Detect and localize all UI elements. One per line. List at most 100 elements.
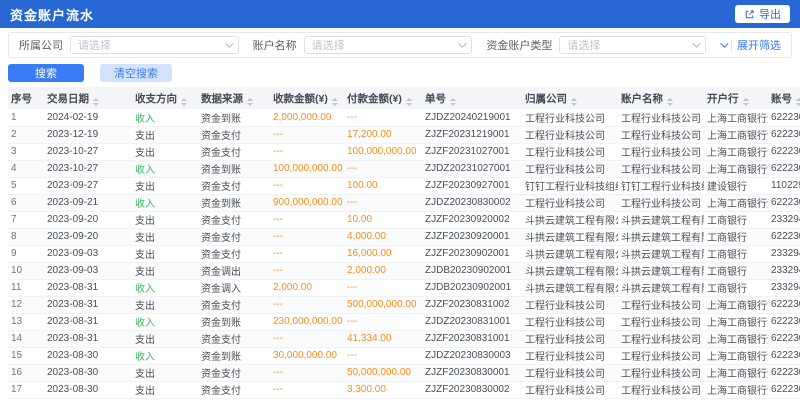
cell-account-no: 23329499120 [768,211,800,228]
cell-source: 资金到账 [198,313,270,330]
sort-icon[interactable] [332,98,338,106]
sort-icon[interactable] [93,98,99,106]
chevron-down-icon [692,39,700,47]
export-icon [744,9,755,20]
cell-direction: 收入 [132,109,198,126]
cell-payment-amount: 17,200.00 [344,126,422,143]
cell-doc-no: ZJDZ20240219001 [422,109,522,126]
table-row: 12024-02-19收入资金到账2,000,000.00---ZJDZ2024… [8,109,800,126]
cell-direction: 收入 [132,160,198,177]
cell-date: 2024-02-19 [44,109,132,126]
column-header-company[interactable]: 归属公司 [522,87,618,109]
column-header-doc-no[interactable]: 单号 [422,87,522,109]
cell-index: 9 [8,245,44,262]
cell-index: 11 [8,279,44,296]
account-name-select[interactable]: 请选择 [304,36,473,54]
sort-icon[interactable] [406,98,412,106]
cell-account-no: 62223011120 [768,296,800,313]
cell-receive-amount: --- [270,211,344,228]
cell-date: 2023-08-30 [44,347,132,364]
cell-index: 14 [8,330,44,347]
cell-source: 资金支付 [198,177,270,194]
column-header-direction[interactable]: 收支方向 [132,87,198,109]
cell-index: 10 [8,262,44,279]
cell-index: 15 [8,347,44,364]
cell-company: 工程行业科技公司 [522,143,618,160]
cell-date: 2023-09-03 [44,245,132,262]
export-button[interactable]: 导出 [735,5,790,23]
table-row: 122023-08-31支出资金支付---500,000,000.00ZJZF2… [8,296,800,313]
cell-bank: 工商银行 [704,228,768,245]
sort-icon[interactable] [667,98,673,106]
cell-index: 3 [8,143,44,160]
table-header-row: 序号交易日期收支方向数据来源收款金额(¥)付款金额(¥)单号归属公司账户名称开户… [8,87,800,109]
cell-direction: 支出 [132,211,198,228]
cell-payment-amount: 2,000.00 [344,262,422,279]
filter-actions: 搜索 清空搜索 [8,64,792,82]
sort-icon[interactable] [743,98,749,106]
column-header-account-no[interactable]: 账号 [768,87,800,109]
cell-account-name: 工程行业科技公司 [618,313,704,330]
sort-icon[interactable] [450,98,456,106]
expand-filters-link[interactable]: 展开筛选 [720,37,781,53]
cell-receive-amount: --- [270,245,344,262]
table-row: 162023-08-30支出资金支付---50,000,000.00ZJZF20… [8,364,800,381]
table-row: 152023-08-30收入资金到账30,000,000.00---ZJDZ20… [8,347,800,364]
cell-company: 斗拱云建筑工程有限公司 [522,245,618,262]
cell-company: 工程行业科技公司 [522,313,618,330]
cell-source: 资金到账 [198,194,270,211]
table-row: 142023-08-31支出资金支付---41,334.00ZJZF202308… [8,330,800,347]
cell-date: 2023-08-30 [44,381,132,398]
sort-icon[interactable] [181,98,187,106]
cell-date: 2023-10-27 [44,160,132,177]
sort-icon[interactable] [571,98,577,106]
cell-doc-no: ZJZF20230927001 [422,177,522,194]
column-header-payment-amount[interactable]: 付款金额(¥) [344,87,422,109]
cell-bank: 上海工商银行漕河泾支行 [704,364,768,381]
column-header-account-name[interactable]: 账户名称 [618,87,704,109]
table-row: 132023-08-31收入资金到账230,000,000.00---ZJDZ2… [8,313,800,330]
cell-receive-amount: 2,000,000.00 [270,109,344,126]
account-type-select[interactable]: 请选择 [559,36,706,54]
cell-payment-amount: --- [344,194,422,211]
cell-doc-no: ZJZF20230831001 [422,330,522,347]
table-row: 72023-09-20支出资金支付---10.00ZJZF20230920002… [8,211,800,228]
company-select[interactable]: 请选择 [70,36,239,54]
cell-index: 5 [8,177,44,194]
table-row: 32023-10-27支出资金支付---100,000,000.00ZJZF20… [8,143,800,160]
sort-icon[interactable] [247,98,253,106]
sort-icon[interactable] [796,98,800,106]
cell-payment-amount: 50,000,000.00 [344,364,422,381]
cell-company: 斗拱云建筑工程有限公司 [522,211,618,228]
clear-search-button[interactable]: 清空搜索 [100,64,172,82]
column-header-label: 账号 [771,93,792,105]
filter-panel: 所属公司 请选择 账户名称 请选择 资金账户类型 请选择 展开筛选 [8,32,792,58]
cell-account-no: 62223011120 [768,347,800,364]
cell-index: 6 [8,194,44,211]
cell-direction: 支出 [132,143,198,160]
cell-date: 2023-10-27 [44,143,132,160]
table-row: 52023-09-27支出资金支付---100.00ZJZF2023092700… [8,177,800,194]
cell-source: 资金到账 [198,109,270,126]
cell-index: 1 [8,109,44,126]
column-header-label: 开户行 [707,93,739,105]
filter-field-account-name: 账户名称 请选择 [253,36,473,54]
cell-receive-amount: 100,000,000.00 [270,160,344,177]
column-header-label: 付款金额(¥) [347,93,402,105]
filter-label-account-type: 资金账户类型 [486,37,552,53]
cell-bank: 上海工商银行漕河泾支行 [704,126,768,143]
cell-date: 2023-09-27 [44,177,132,194]
cell-payment-amount: 100.00 [344,177,422,194]
column-header-bank[interactable]: 开户行 [704,87,768,109]
cell-account-name: 工程行业科技公司 [618,347,704,364]
table-row: 62023-09-21收入资金到账900,000,000.00---ZJDZ20… [8,194,800,211]
search-button[interactable]: 搜索 [8,64,84,82]
cell-doc-no: ZJZF20230831002 [422,296,522,313]
column-header-source[interactable]: 数据来源 [198,87,270,109]
cell-index: 7 [8,211,44,228]
column-header-receive-amount[interactable]: 收款金额(¥) [270,87,344,109]
cell-account-name: 钉钉工程行业科技组织 [618,177,704,194]
cell-account-no: 62223011120 [768,228,800,245]
cell-bank: 上海工商银行漕河泾支行 [704,160,768,177]
column-header-date[interactable]: 交易日期 [44,87,132,109]
